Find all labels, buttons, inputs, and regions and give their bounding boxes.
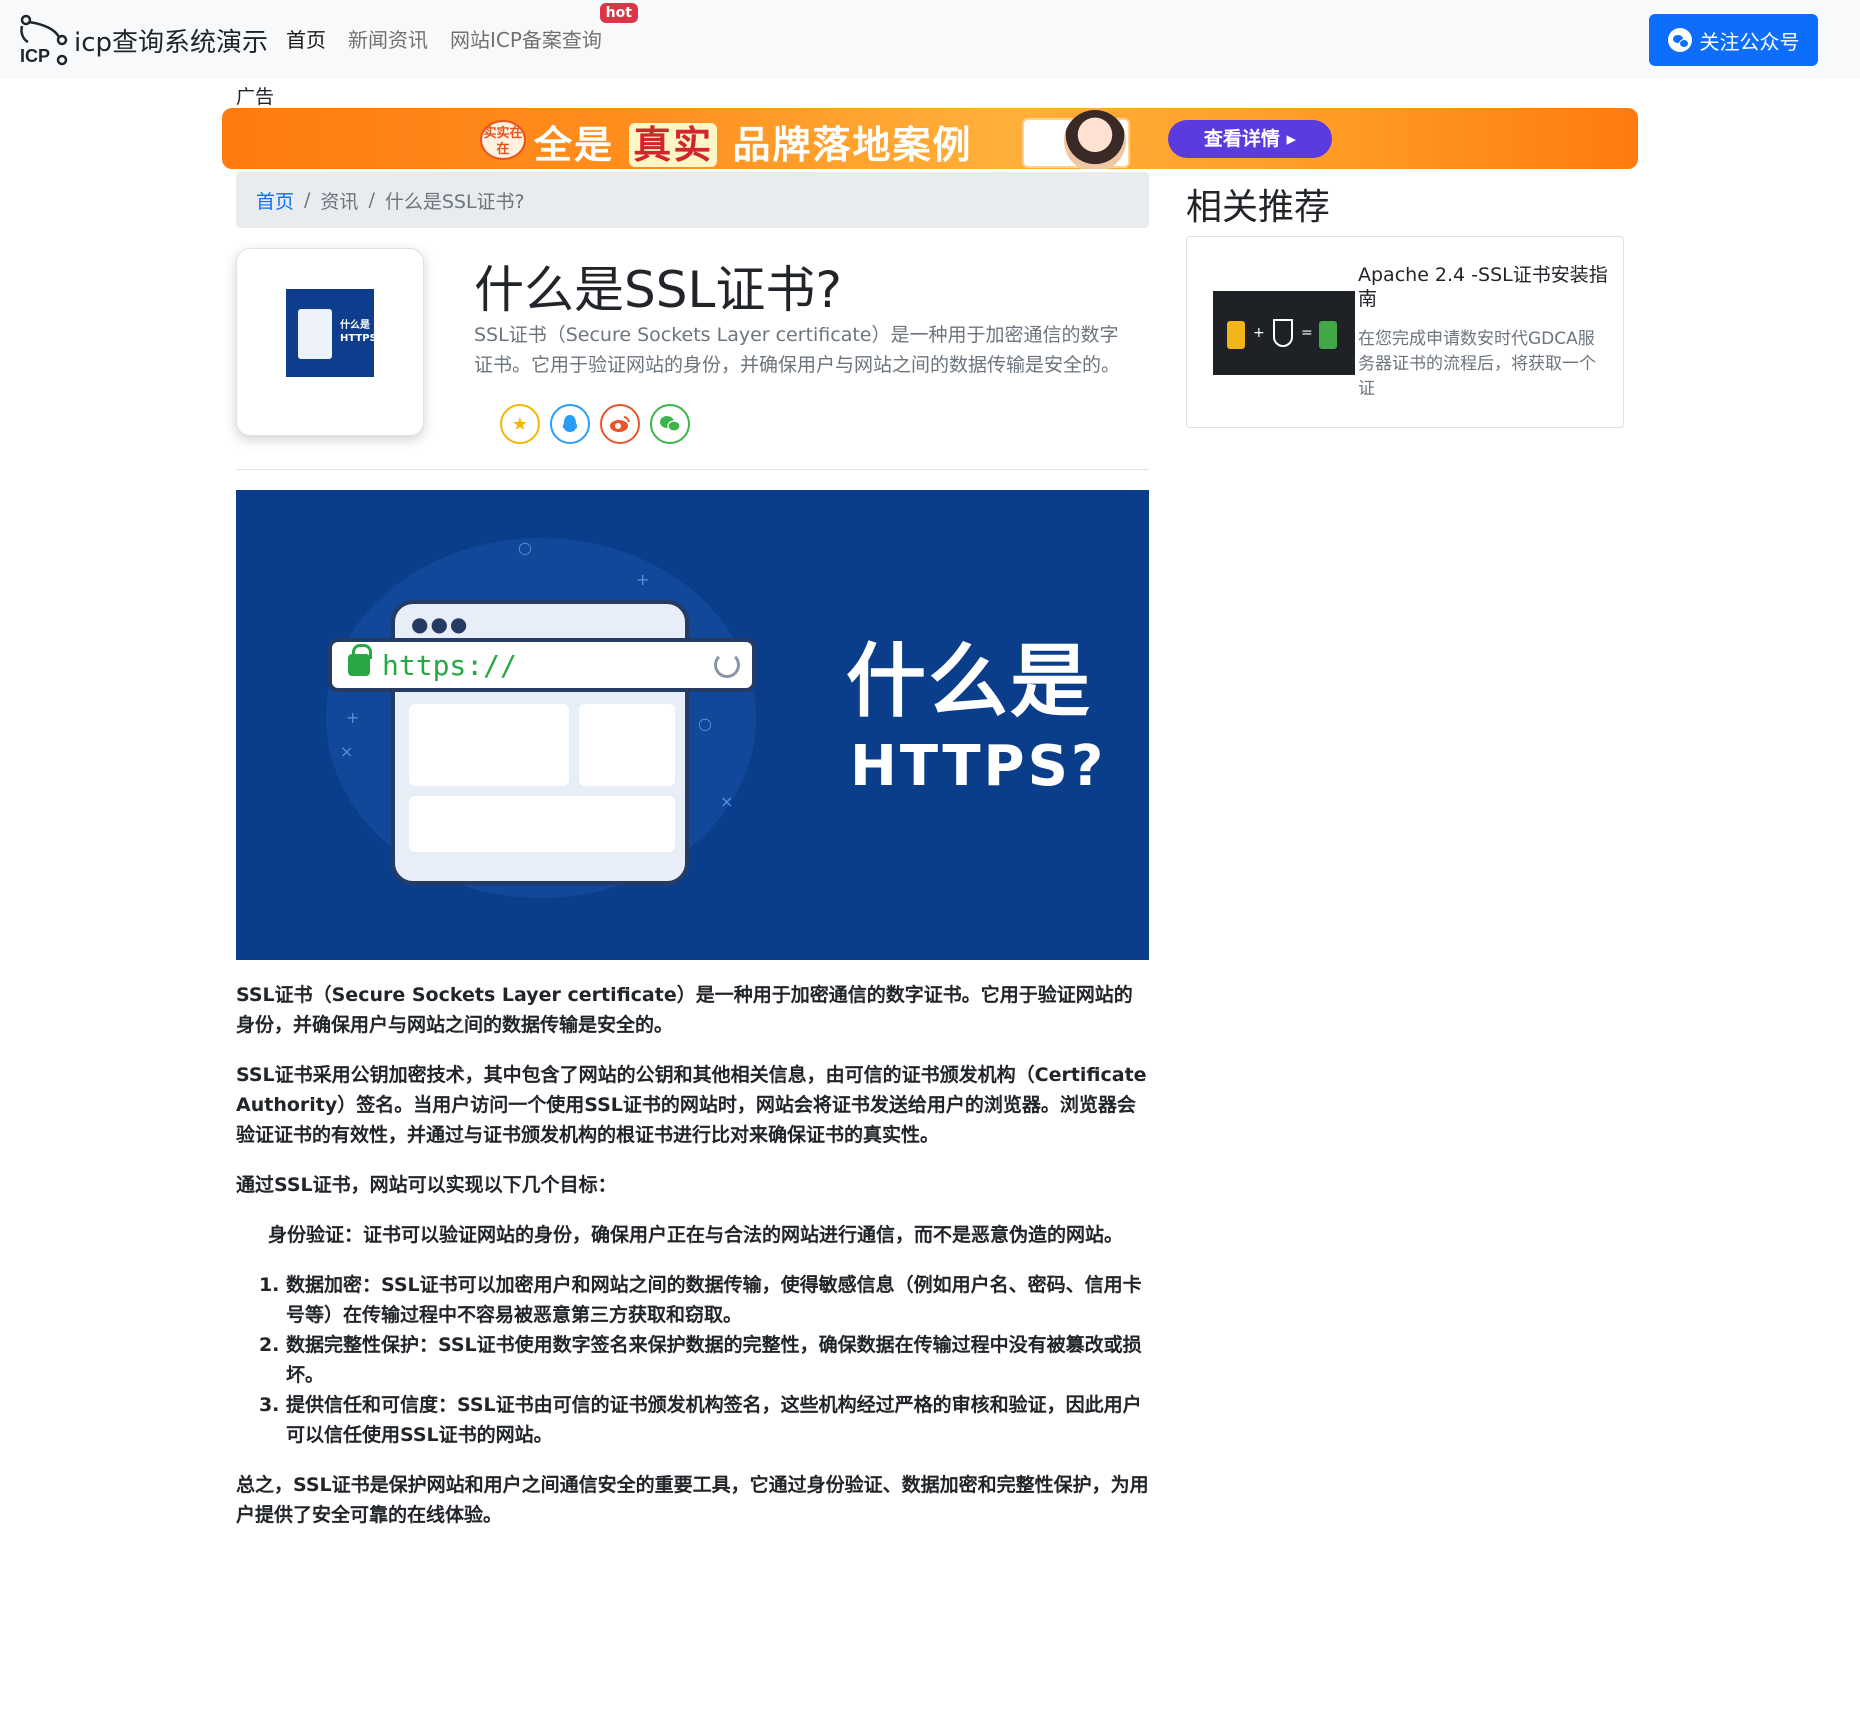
breadcrumb-current: 什么是SSL证书?: [384, 190, 525, 213]
sparkle-icon: +: [636, 570, 650, 589]
nav-link-home[interactable]: 首页: [286, 22, 338, 58]
sparkle-icon: ○: [518, 538, 532, 557]
article-paragraph: SSL证书（Secure Sockets Layer certificate）是…: [236, 984, 1133, 1036]
breadcrumb: 首页 / 资讯 / 什么是SSL证书?: [236, 172, 1149, 228]
recommendation-title[interactable]: Apache 2.4 -SSL证书安装指南: [1358, 263, 1608, 311]
ad-banner[interactable]: 实实在在 全是 真实 品牌落地案例 查看详情 ▸: [222, 108, 1638, 169]
weibo-icon[interactable]: [600, 404, 640, 444]
sparkle-icon: ○: [698, 714, 712, 733]
lock-icon: [348, 644, 372, 676]
svg-text:ICP: ICP: [20, 46, 50, 66]
header-divider: [236, 469, 1149, 470]
window-dots-icon: ●●●: [411, 612, 470, 636]
equals-icon: =: [1301, 325, 1313, 341]
top-navbar: ICP icp查询系统演示 首页 新闻资讯 网站ICP备案查询 hot 关注公众…: [0, 0, 1860, 79]
article-thumbnail: 什么是 HTTPS?: [286, 289, 383, 377]
content-pane: [409, 704, 569, 786]
content-pane: [579, 704, 675, 786]
goals-list: 数据加密：SSL证书可以加密用户和网站之间的数据传输，使得敏感信息（例如用户名、…: [236, 1270, 1149, 1450]
article-thumbnail-card: 什么是 HTTPS?: [236, 248, 424, 436]
breadcrumb-separator: /: [304, 189, 311, 211]
ad-avatar-image: [1064, 110, 1126, 169]
recommendation-thumbnail: + =: [1213, 291, 1355, 375]
breadcrumb-separator: /: [368, 189, 375, 211]
sparkle-icon: ×: [340, 742, 354, 761]
nav-link-icp-query[interactable]: 网站ICP备案查询 hot: [450, 3, 638, 58]
address-bar-graphic: https://: [328, 638, 756, 692]
icp-logo-icon: ICP: [18, 14, 70, 66]
star-icon[interactable]: ★: [500, 404, 540, 444]
ad-headline-highlight: 真实: [629, 123, 718, 167]
qq-icon[interactable]: [550, 404, 590, 444]
list-item: 数据完整性保护：SSL证书使用数字签名来保护数据的完整性，确保数据在传输过程中没…: [286, 1330, 1149, 1390]
nav-link-news[interactable]: 新闻资讯: [348, 22, 440, 58]
article-paragraph-indented: 身份验证：证书可以验证网站的身份，确保用户正在与合法的网站进行通信，而不是恶意伪…: [268, 1224, 1124, 1246]
main-nav: 首页 新闻资讯 网站ICP备案查询 hot: [286, 3, 638, 58]
ssl-shield-icon: [1273, 319, 1293, 347]
article-lead: SSL证书（Secure Sockets Layer certificate）是…: [474, 324, 1121, 376]
wechat-icon[interactable]: [650, 404, 690, 444]
https-lock-icon: [1319, 321, 1337, 349]
article-paragraph: 通过SSL证书，网站可以实现以下几个目标：: [236, 1174, 617, 1196]
brand[interactable]: ICP icp查询系统演示: [18, 14, 268, 66]
content-pane: [409, 796, 675, 852]
share-buttons: ★: [500, 404, 690, 444]
wechat-icon: [1667, 28, 1692, 52]
article-paragraph: SSL证书采用公钥加密技术，其中包含了网站的公钥和其他相关信息，由可信的证书颁发…: [236, 1064, 1147, 1146]
reload-icon: [714, 652, 740, 678]
breadcrumb-section[interactable]: 资讯: [320, 187, 358, 214]
hero-title: 什么是: [846, 635, 1092, 728]
list-item: 数据加密：SSL证书可以加密用户和网站之间的数据传输，使得敏感信息（例如用户名、…: [286, 1270, 1149, 1330]
ad-headline-pre: 全是: [534, 123, 615, 167]
hero-url-text: https://: [382, 648, 517, 682]
hero-subtitle: HTTPS?: [850, 734, 1107, 799]
sparkle-icon: +: [346, 708, 360, 727]
brand-name: icp查询系统演示: [74, 27, 269, 58]
plus-icon: +: [1253, 325, 1265, 341]
http-lock-icon: [1227, 321, 1245, 349]
list-item: 提供信任和可信度：SSL证书由可信的证书颁发机构签名，这些机构经过严格的审核和验…: [286, 1390, 1149, 1450]
ad-cta-button[interactable]: 查看详情 ▸: [1168, 120, 1332, 158]
ad-headline-post: 品牌落地案例: [732, 123, 973, 167]
sparkle-icon: ×: [720, 792, 734, 811]
article-hero-image: ○ + + × ○ × ●●● https:// 什么是 HTTPS?: [236, 490, 1149, 960]
article-conclusion: 总之，SSL证书是保护网站和用户之间通信安全的重要工具，它通过身份验证、数据加密…: [236, 1474, 1149, 1526]
sidebar-title: 相关推荐: [1186, 187, 1331, 228]
hot-badge: hot: [599, 3, 638, 23]
recommendation-description: 在您完成申请数安时代GDCA服务器证书的流程后，将获取一个证: [1358, 329, 1596, 399]
breadcrumb-home[interactable]: 首页: [256, 187, 294, 214]
ad-headline: 全是 真实 品牌落地案例: [534, 114, 973, 169]
recommendation-card[interactable]: + = Apache 2.4 -SSL证书安装指南 在您完成申请数安时代GDCA…: [1186, 236, 1624, 428]
follow-wechat-button[interactable]: 关注公众号: [1649, 14, 1818, 66]
thumbnail-text: 什么是 HTTPS?: [340, 320, 383, 344]
ad-label: 广告: [236, 86, 275, 108]
article-body: SSL证书（Secure Sockets Layer certificate）是…: [236, 980, 1149, 1550]
follow-button-label: 关注公众号: [1699, 29, 1800, 54]
ad-seal: 实实在在: [480, 120, 526, 160]
nav-link-icp-query-label: 网站ICP备案查询: [450, 28, 602, 52]
article-title: 什么是SSL证书?: [474, 261, 842, 319]
browser-graphic: [298, 309, 332, 359]
